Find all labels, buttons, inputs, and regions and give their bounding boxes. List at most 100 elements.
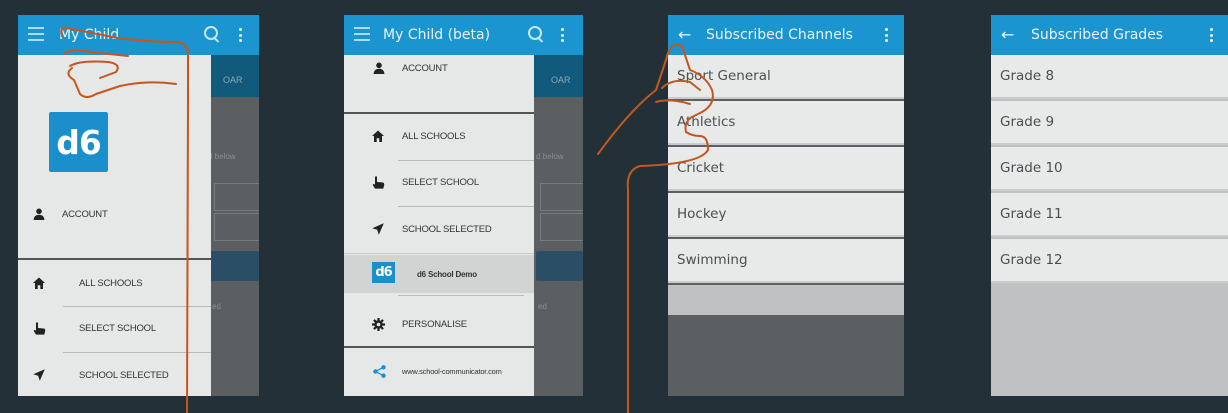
list-item[interactable]: Sport General (668, 55, 904, 99)
pointer-hand-icon (32, 321, 46, 335)
drawer-item-label: ACCOUNT (62, 208, 108, 220)
footer-text-fragment: ed (538, 302, 547, 311)
list-item[interactable]: Grade 12 (991, 239, 1228, 283)
list-item-label: Cricket (677, 160, 725, 176)
navigation-drawer: ACCOUNT ALL SCHOOLS SELECT SCHOOL SCHOOL… (344, 55, 534, 396)
drawer-item-label: SELECT SCHOOL (402, 176, 479, 188)
person-icon (372, 61, 386, 75)
drawer-item-website[interactable]: www.school-communicator.com (344, 356, 534, 386)
drawer-divider (344, 253, 534, 254)
app-title: My Child (beta) (383, 27, 491, 43)
d6-logo: d6 (372, 262, 395, 283)
drawer-divider (63, 306, 211, 307)
home-icon (32, 276, 46, 290)
list-item-label: Grade 11 (1000, 206, 1063, 222)
list-item[interactable]: Grade 11 (991, 193, 1228, 237)
back-arrow-icon[interactable]: ← (678, 25, 691, 44)
drawer-item-label: ALL SCHOOLS (402, 130, 466, 142)
footer-text-fragment: ed (212, 302, 221, 311)
list-item-label: Hockey (677, 206, 727, 222)
background-field (540, 183, 583, 211)
gear-icon (371, 317, 385, 331)
drawer-item-label: ACCOUNT (402, 62, 448, 74)
background-button (210, 251, 259, 281)
app-title: My Child (59, 27, 120, 43)
drawer-divider (63, 352, 211, 353)
pointer-hand-icon (371, 175, 385, 189)
list-item-label: Grade 8 (1000, 68, 1055, 84)
grade-list: Grade 8 Grade 9 Grade 10 Grade 11 Grade … (991, 55, 1228, 396)
drawer-item-label: ALL SCHOOLS (79, 277, 143, 289)
list-item-label: Grade 10 (1000, 160, 1063, 176)
list-item[interactable]: Hockey (668, 193, 904, 237)
drawer-item-school-demo[interactable]: d6 d6 School Demo (344, 255, 534, 293)
search-icon[interactable] (204, 26, 220, 42)
channel-list: Sport General Athletics Cricket Hockey S… (668, 55, 904, 396)
menu-icon[interactable] (354, 27, 370, 41)
d6-logo: d6 (49, 112, 108, 172)
app-bar: ← Subscribed Channels (668, 15, 904, 55)
drawer-item-account[interactable]: ACCOUNT (18, 199, 211, 229)
phone-screen-drawer-open: My Child OAR d below ed d6 ACCOUNT ALL S… (18, 15, 259, 396)
background-field (540, 213, 583, 241)
list-item[interactable]: Grade 10 (991, 147, 1228, 191)
list-item[interactable]: Cricket (668, 147, 904, 191)
search-icon[interactable] (528, 26, 544, 42)
drawer-item-label: SCHOOL SELECTED (402, 223, 492, 235)
drawer-item-label: SCHOOL SELECTED (79, 369, 169, 381)
drawer-item-select-school[interactable]: SELECT SCHOOL (344, 167, 534, 197)
list-item-label: Swimming (677, 252, 748, 268)
hint-text-fragment: d below (536, 152, 564, 161)
list-item[interactable]: Grade 9 (991, 101, 1228, 145)
overflow-menu-icon[interactable] (1210, 28, 1214, 42)
drawer-divider (344, 112, 534, 114)
drawer-divider (398, 206, 534, 207)
drawer-item-account[interactable]: ACCOUNT (344, 57, 534, 79)
app-bar: ← Subscribed Grades (991, 15, 1228, 55)
drawer-divider (398, 160, 534, 161)
list-item-label: Athletics (677, 114, 736, 130)
phone-screen-subscribed-grades: ← Subscribed Grades Grade 8 Grade 9 Grad… (991, 15, 1228, 396)
overflow-menu-icon[interactable] (885, 28, 889, 42)
drawer-item-school-selected[interactable]: SCHOOL SELECTED (344, 214, 534, 244)
background-field (214, 213, 259, 241)
tab-label-fragment: OAR (551, 75, 571, 85)
phone-screen-drawer-scrolled: My Child (beta) OAR d below ed ACCOUNT A… (344, 15, 583, 396)
background-button (536, 251, 583, 281)
drawer-item-all-schools[interactable]: ALL SCHOOLS (18, 268, 211, 298)
list-item-label: Grade 12 (1000, 252, 1063, 268)
list-item[interactable]: Swimming (668, 239, 904, 283)
website-link: www.school-communicator.com (402, 366, 502, 376)
navigation-arrow-icon (32, 368, 46, 382)
list-footer-area (668, 285, 904, 315)
list-item-label: Sport General (677, 68, 771, 84)
list-item-label: Grade 9 (1000, 114, 1055, 130)
person-icon (32, 207, 46, 221)
hint-text-fragment: d below (208, 152, 236, 161)
list-item[interactable]: Grade 8 (991, 55, 1228, 99)
drawer-item-all-schools[interactable]: ALL SCHOOLS (344, 121, 534, 151)
drawer-item-school-selected[interactable]: SCHOOL SELECTED (18, 360, 211, 390)
drawer-divider (398, 295, 524, 296)
navigation-drawer: d6 ACCOUNT ALL SCHOOLS SELECT SCHOOL SCH… (18, 55, 211, 396)
drawer-item-select-school[interactable]: SELECT SCHOOL (18, 313, 211, 343)
background-field (214, 183, 259, 211)
drawer-divider (344, 346, 534, 348)
drawer-item-label: SELECT SCHOOL (79, 322, 156, 334)
app-bar: My Child (beta) (344, 15, 583, 55)
share-icon (372, 364, 386, 378)
school-name: d6 School Demo (417, 269, 477, 279)
drawer-item-label: PERSONALISE (402, 318, 467, 330)
list-item[interactable]: Athletics (668, 101, 904, 145)
navigation-arrow-icon (371, 222, 385, 236)
drawer-item-personalise[interactable]: PERSONALISE (344, 309, 534, 339)
drawer-divider (18, 258, 211, 260)
overflow-menu-icon[interactable] (561, 28, 565, 42)
menu-icon[interactable] (28, 27, 44, 41)
phone-screen-subscribed-channels: ← Subscribed Channels Sport General Athl… (668, 15, 904, 396)
back-arrow-icon[interactable]: ← (1001, 25, 1014, 44)
screen-title: Subscribed Channels (706, 27, 853, 43)
overflow-menu-icon[interactable] (239, 28, 243, 42)
home-icon (371, 129, 385, 143)
screen: { "screens": [ { "title": "My Child", "d… (0, 0, 1228, 413)
